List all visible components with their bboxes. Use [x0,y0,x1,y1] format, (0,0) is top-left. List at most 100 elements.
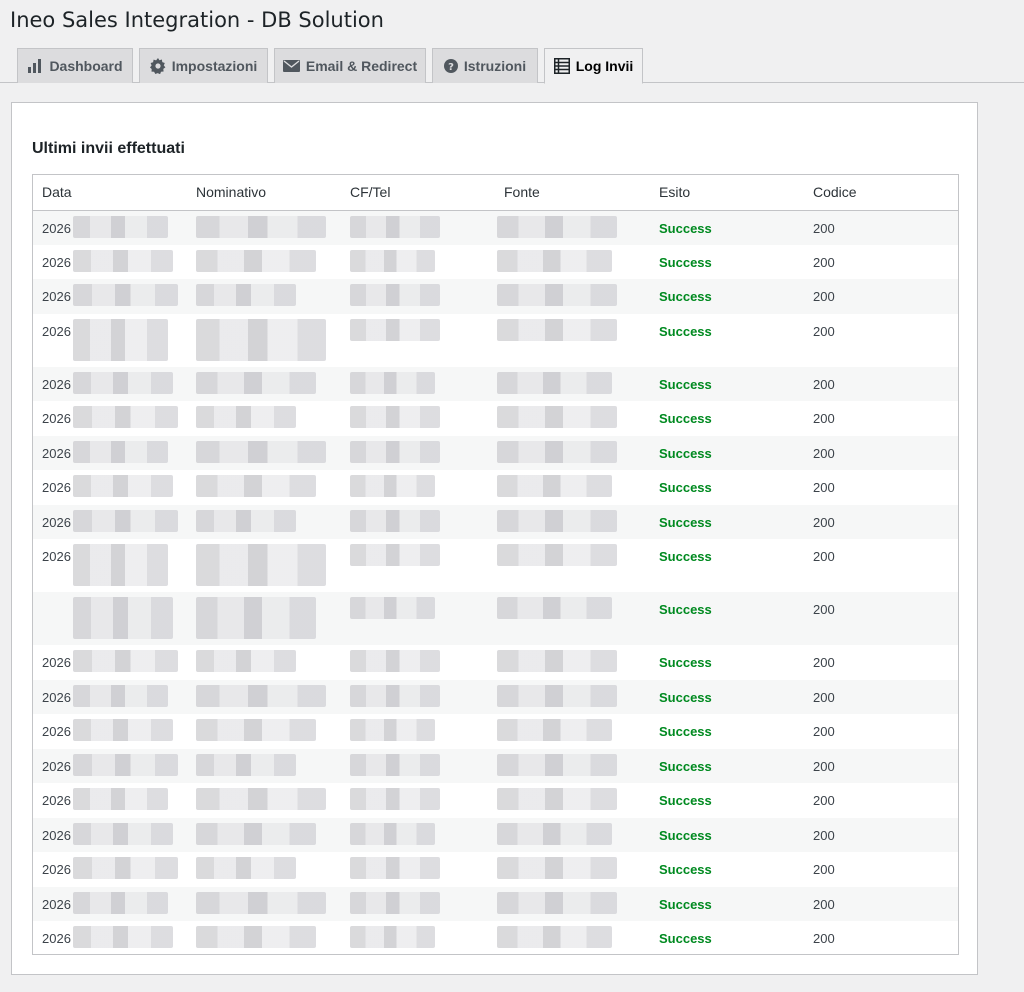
cell-codice: 200 [804,366,958,401]
status-badge: Success [659,724,712,739]
header-codice: Codice [804,175,958,211]
tab-impostazioni[interactable]: Impostazioni [139,48,268,83]
redacted-block [497,926,612,948]
table-row: 2026 Success 200 [33,313,958,367]
cell-data: 2026 [33,401,187,436]
cell-fonte [495,886,650,921]
table-row: 2026 Success 200 [33,679,958,714]
cell-cf-tel [341,401,495,436]
cell-cf-tel [341,679,495,714]
table-row: 2026 Success 200 [33,504,958,539]
redacted-block [196,857,296,879]
redacted-block [497,597,612,619]
redacted-block [350,509,440,532]
cell-esito: Success [650,748,804,783]
table-row: 2026 Success 200 [33,244,958,279]
header-esito: Esito [650,175,804,211]
redacted-block [350,475,435,497]
tab-dashboard[interactable]: Dashboard [17,48,133,83]
status-code: 200 [813,514,835,530]
status-code: 200 [813,758,835,774]
table-row: 2026 Success 200 [33,366,958,401]
cell-nominativo [187,504,341,539]
gear-icon [149,58,166,74]
cell-cf-tel [341,921,495,954]
status-badge: Success [659,549,712,564]
cell-cf-tel [341,592,495,645]
tab-log-invii[interactable]: Log Invii [544,48,643,84]
cell-data: 2026 [33,539,187,592]
tab-email-redirect[interactable]: Email & Redirect [274,48,426,83]
cell-data: 2026 [33,921,187,954]
status-badge: Success [659,931,712,946]
redacted-block [73,597,173,639]
status-code: 200 [813,323,835,339]
redacted-block [497,371,612,394]
table-row: 2026 Success 200 [33,539,958,592]
date-text: 2026 [42,896,71,912]
cell-cf-tel [341,783,495,818]
cell-data: 2026 [33,435,187,470]
table-body: 2026 Success 200 2026 Success 200 2026 Success 2… [33,210,958,954]
cell-nominativo [187,714,341,749]
cell-esito: Success [650,886,804,921]
cell-cf-tel [341,244,495,279]
cell-nominativo [187,470,341,505]
redacted-block [497,822,612,845]
redacted-block [73,788,168,810]
tab-istruzioni[interactable]: ? Istruzioni [432,48,538,83]
cell-cf-tel [341,313,495,367]
cell-data: 2026 [33,366,187,401]
status-badge: Success [659,514,712,530]
cell-data: 2026 [33,817,187,852]
redacted-block [73,926,173,948]
cell-cf-tel [341,748,495,783]
status-badge: Success [659,602,712,617]
status-badge: Success [659,793,712,808]
redacted-block [350,650,440,672]
redacted-block [497,650,617,672]
redacted-block [196,822,316,845]
status-code: 200 [813,445,835,461]
cell-esito: Success [650,817,804,852]
redacted-block [350,215,440,238]
cell-nominativo [187,279,341,314]
cell-cf-tel [341,886,495,921]
cell-data: 2026 [33,470,187,505]
table-row: 2026 Success 200 [33,817,958,852]
date-text: 2026 [42,323,71,339]
cell-esito: Success [650,679,804,714]
cell-nominativo [187,210,341,245]
cell-nominativo [187,592,341,645]
table-row: 2026 Success 200 [33,783,958,818]
redacted-block [350,371,435,394]
cell-data: 2026 [33,504,187,539]
status-code: 200 [813,254,835,270]
cell-codice: 200 [804,748,958,783]
cell-codice: 200 [804,817,958,852]
date-text: 2026 [42,724,71,739]
cell-codice: 200 [804,886,958,921]
cell-data: 2026 [33,783,187,818]
table-row: 2026 Success 200 [33,852,958,887]
date-text: 2026 [42,376,71,392]
status-code: 200 [813,862,835,877]
status-code: 200 [813,480,835,495]
redacted-block [196,753,296,776]
cell-esito: Success [650,210,804,245]
table-header-row: Data Nominativo CF/Tel Fonte Esito Codic… [33,175,958,211]
list-icon [553,58,570,74]
table-row: 2026 Success 200 [33,886,958,921]
table-row: 2026 Success 200 [33,401,958,436]
cell-fonte [495,679,650,714]
redacted-block [196,544,326,586]
redacted-block [196,371,316,394]
cell-esito: Success [650,852,804,887]
date-text: 2026 [42,931,71,946]
cell-codice: 200 [804,921,958,954]
table-row: 2026 Success 200 [33,210,958,245]
redacted-block [196,926,316,948]
date-text: 2026 [42,655,71,670]
status-badge: Success [659,896,712,912]
tab-label: Email & Redirect [305,58,418,74]
